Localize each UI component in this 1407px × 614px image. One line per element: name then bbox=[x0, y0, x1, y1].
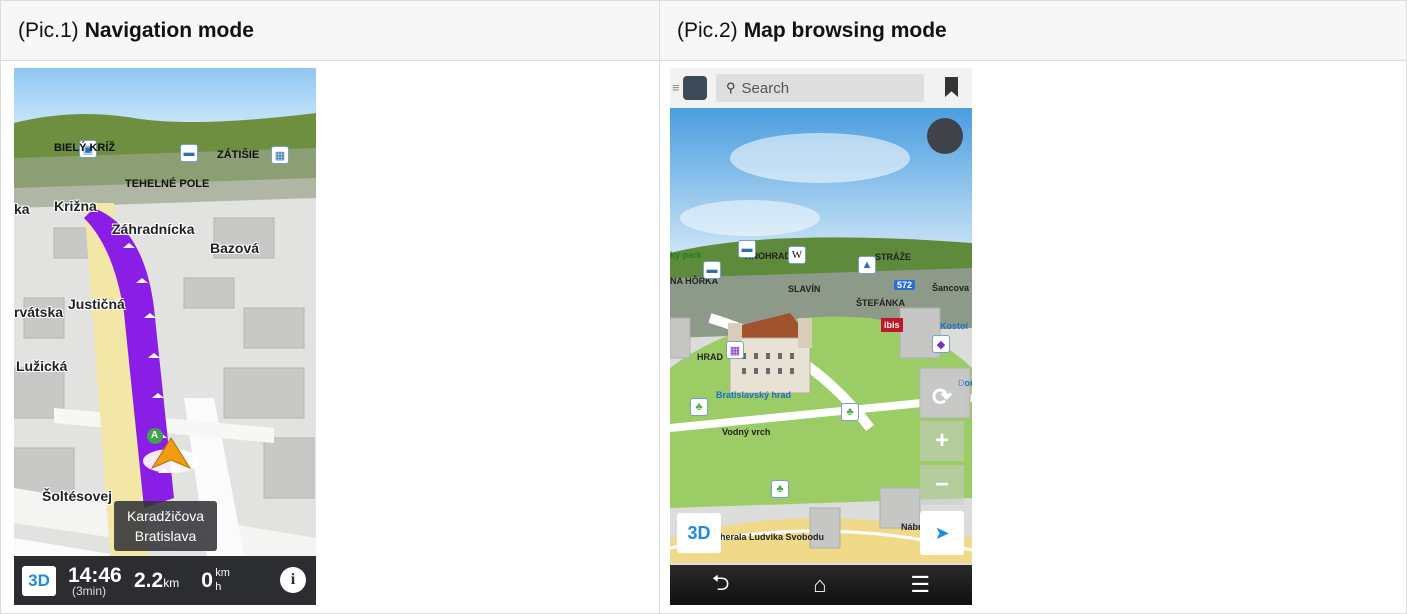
map-browsing-screenshot: ≡ ⚲ Search ky park VINOHRADY STRÁŽE NA H… bbox=[670, 68, 972, 605]
remaining-duration: (3min) bbox=[72, 583, 107, 598]
map-browsing-mode-cell: (Pic.2) Map browsing mode ≡ ⚲ Search ky … bbox=[660, 1, 1406, 613]
park-icon: ♣ bbox=[841, 403, 859, 421]
label-park: ky park bbox=[670, 250, 702, 260]
pic-label: (Pic.2) bbox=[677, 18, 738, 42]
search-placeholder: Search bbox=[741, 79, 790, 97]
navigation-mode-header: (Pic.1) Navigation mode bbox=[1, 1, 659, 61]
museum-icon: ▲ bbox=[858, 256, 876, 274]
street-zahradnicka: Záhradnícka bbox=[112, 221, 195, 237]
label-vodny-vrch: Vodný vrch bbox=[722, 427, 771, 437]
label-straze: STRÁŽE bbox=[875, 252, 911, 262]
hotel-icon: ▬ bbox=[180, 144, 198, 162]
map-browsing-mode-header: (Pic.2) Map browsing mode bbox=[660, 1, 1406, 61]
bus-icon: ▦ bbox=[271, 146, 289, 164]
street-ka: ka bbox=[14, 201, 30, 217]
place-pin-icon: ◆ bbox=[932, 335, 950, 353]
museum-icon: ▦ bbox=[726, 341, 744, 359]
label-hrad: HRAD bbox=[697, 352, 723, 362]
cell-title: Map browsing mode bbox=[743, 18, 947, 42]
hotel-icon: ▬ bbox=[703, 261, 721, 279]
speed-value: 0 bbox=[201, 568, 213, 592]
app-logo-icon bbox=[683, 76, 707, 100]
search-input[interactable]: ⚲ Search bbox=[716, 74, 924, 102]
street-luzicka: Lužická bbox=[16, 358, 68, 374]
view-3d-button[interactable]: 3D bbox=[677, 513, 721, 553]
navigation-status-bar: 3D 14:46 (3min) 2.2km 0 km h i bbox=[14, 556, 316, 605]
remaining-distance: 2.2km bbox=[134, 569, 179, 593]
street-vatska: rvátska bbox=[14, 304, 64, 320]
home-icon[interactable]: ⌂ bbox=[813, 572, 826, 598]
compass-icon[interactable] bbox=[927, 118, 963, 154]
label-nabr: Nábr bbox=[901, 522, 922, 532]
locate-me-icon[interactable]: ➤ bbox=[920, 511, 964, 555]
pic-label: (Pic.1) bbox=[18, 18, 79, 42]
label-ibis: ibis bbox=[881, 318, 903, 332]
label-slavin: SLAVÍN bbox=[788, 284, 821, 294]
label-biely-kriz: BIELÝ KRÍŽ bbox=[54, 142, 116, 154]
back-icon[interactable]: ⮌ bbox=[712, 566, 730, 604]
hotel-icon: ▬ bbox=[738, 240, 756, 258]
zoom-in-button[interactable]: + bbox=[920, 421, 964, 461]
current-street-sign: Karadžičova Bratislava bbox=[114, 501, 217, 551]
route-badge-572: 572 bbox=[894, 280, 916, 290]
navigation-mode-cell: (Pic.1) Navigation mode ▣ ▬ ▦ BIELÝ KRÍŽ… bbox=[1, 1, 660, 613]
distance-unit: km bbox=[163, 575, 180, 590]
menu-icon[interactable]: ☰ bbox=[910, 572, 930, 598]
speed-unit-h: h bbox=[215, 580, 222, 593]
current-street-name: Karadžičova bbox=[126, 508, 205, 524]
arrival-time: 14:46 (3min) bbox=[68, 564, 128, 598]
speed-unit-km: km bbox=[215, 566, 230, 579]
label-kostol: Kostol bbox=[940, 321, 968, 331]
android-navigation-bar: ⮌ ⌂ ☰ bbox=[670, 565, 972, 605]
info-icon[interactable]: i bbox=[280, 567, 306, 593]
street-krizna: Križna bbox=[54, 198, 97, 214]
label-bratislavsky-hrad: Bratislavský hrad bbox=[716, 390, 792, 400]
label-sancova: Šancova bbox=[932, 283, 970, 293]
search-icon: ⚲ bbox=[726, 80, 736, 95]
park-icon: ♣ bbox=[690, 398, 708, 416]
rotate-button[interactable]: ⟳ bbox=[920, 377, 964, 417]
distance-value: 2.2 bbox=[134, 568, 164, 592]
street-bazova: Bazová bbox=[210, 240, 260, 256]
waypoint-a: A bbox=[151, 430, 159, 441]
label-zatisie: ZÁTIŠIE bbox=[217, 149, 260, 161]
street-soltesovej: Šoltésovej bbox=[42, 488, 113, 504]
label-stefanka: ŠTEFÁNKA bbox=[856, 298, 905, 308]
comparison-table: (Pic.1) Navigation mode ▣ ▬ ▦ BIELÝ KRÍŽ… bbox=[0, 0, 1407, 614]
cell-title: Navigation mode bbox=[84, 18, 254, 42]
current-speed: 0 km h bbox=[201, 567, 230, 593]
park-icon: ♣ bbox=[771, 480, 789, 498]
menu-icon[interactable]: ≡ bbox=[672, 80, 680, 95]
label-ludvika-svobodu: herala Ludvika Svobodu bbox=[720, 532, 825, 542]
view-3d-button[interactable]: 3D bbox=[22, 565, 56, 596]
bookmark-icon[interactable] bbox=[945, 77, 958, 97]
street-justicna: Justičná bbox=[68, 296, 125, 312]
search-toolbar: ≡ ⚲ Search bbox=[670, 68, 972, 108]
wikipedia-icon: W bbox=[788, 246, 806, 264]
label-tehelne-pole: TEHELNÉ POLE bbox=[125, 178, 210, 190]
current-city-name: Bratislava bbox=[134, 528, 197, 544]
navigation-screenshot: ▣ ▬ ▦ BIELÝ KRÍŽ ZÁTIŠIE TEHELNÉ POLE ka… bbox=[14, 68, 316, 605]
zoom-out-button[interactable]: − bbox=[920, 465, 964, 505]
